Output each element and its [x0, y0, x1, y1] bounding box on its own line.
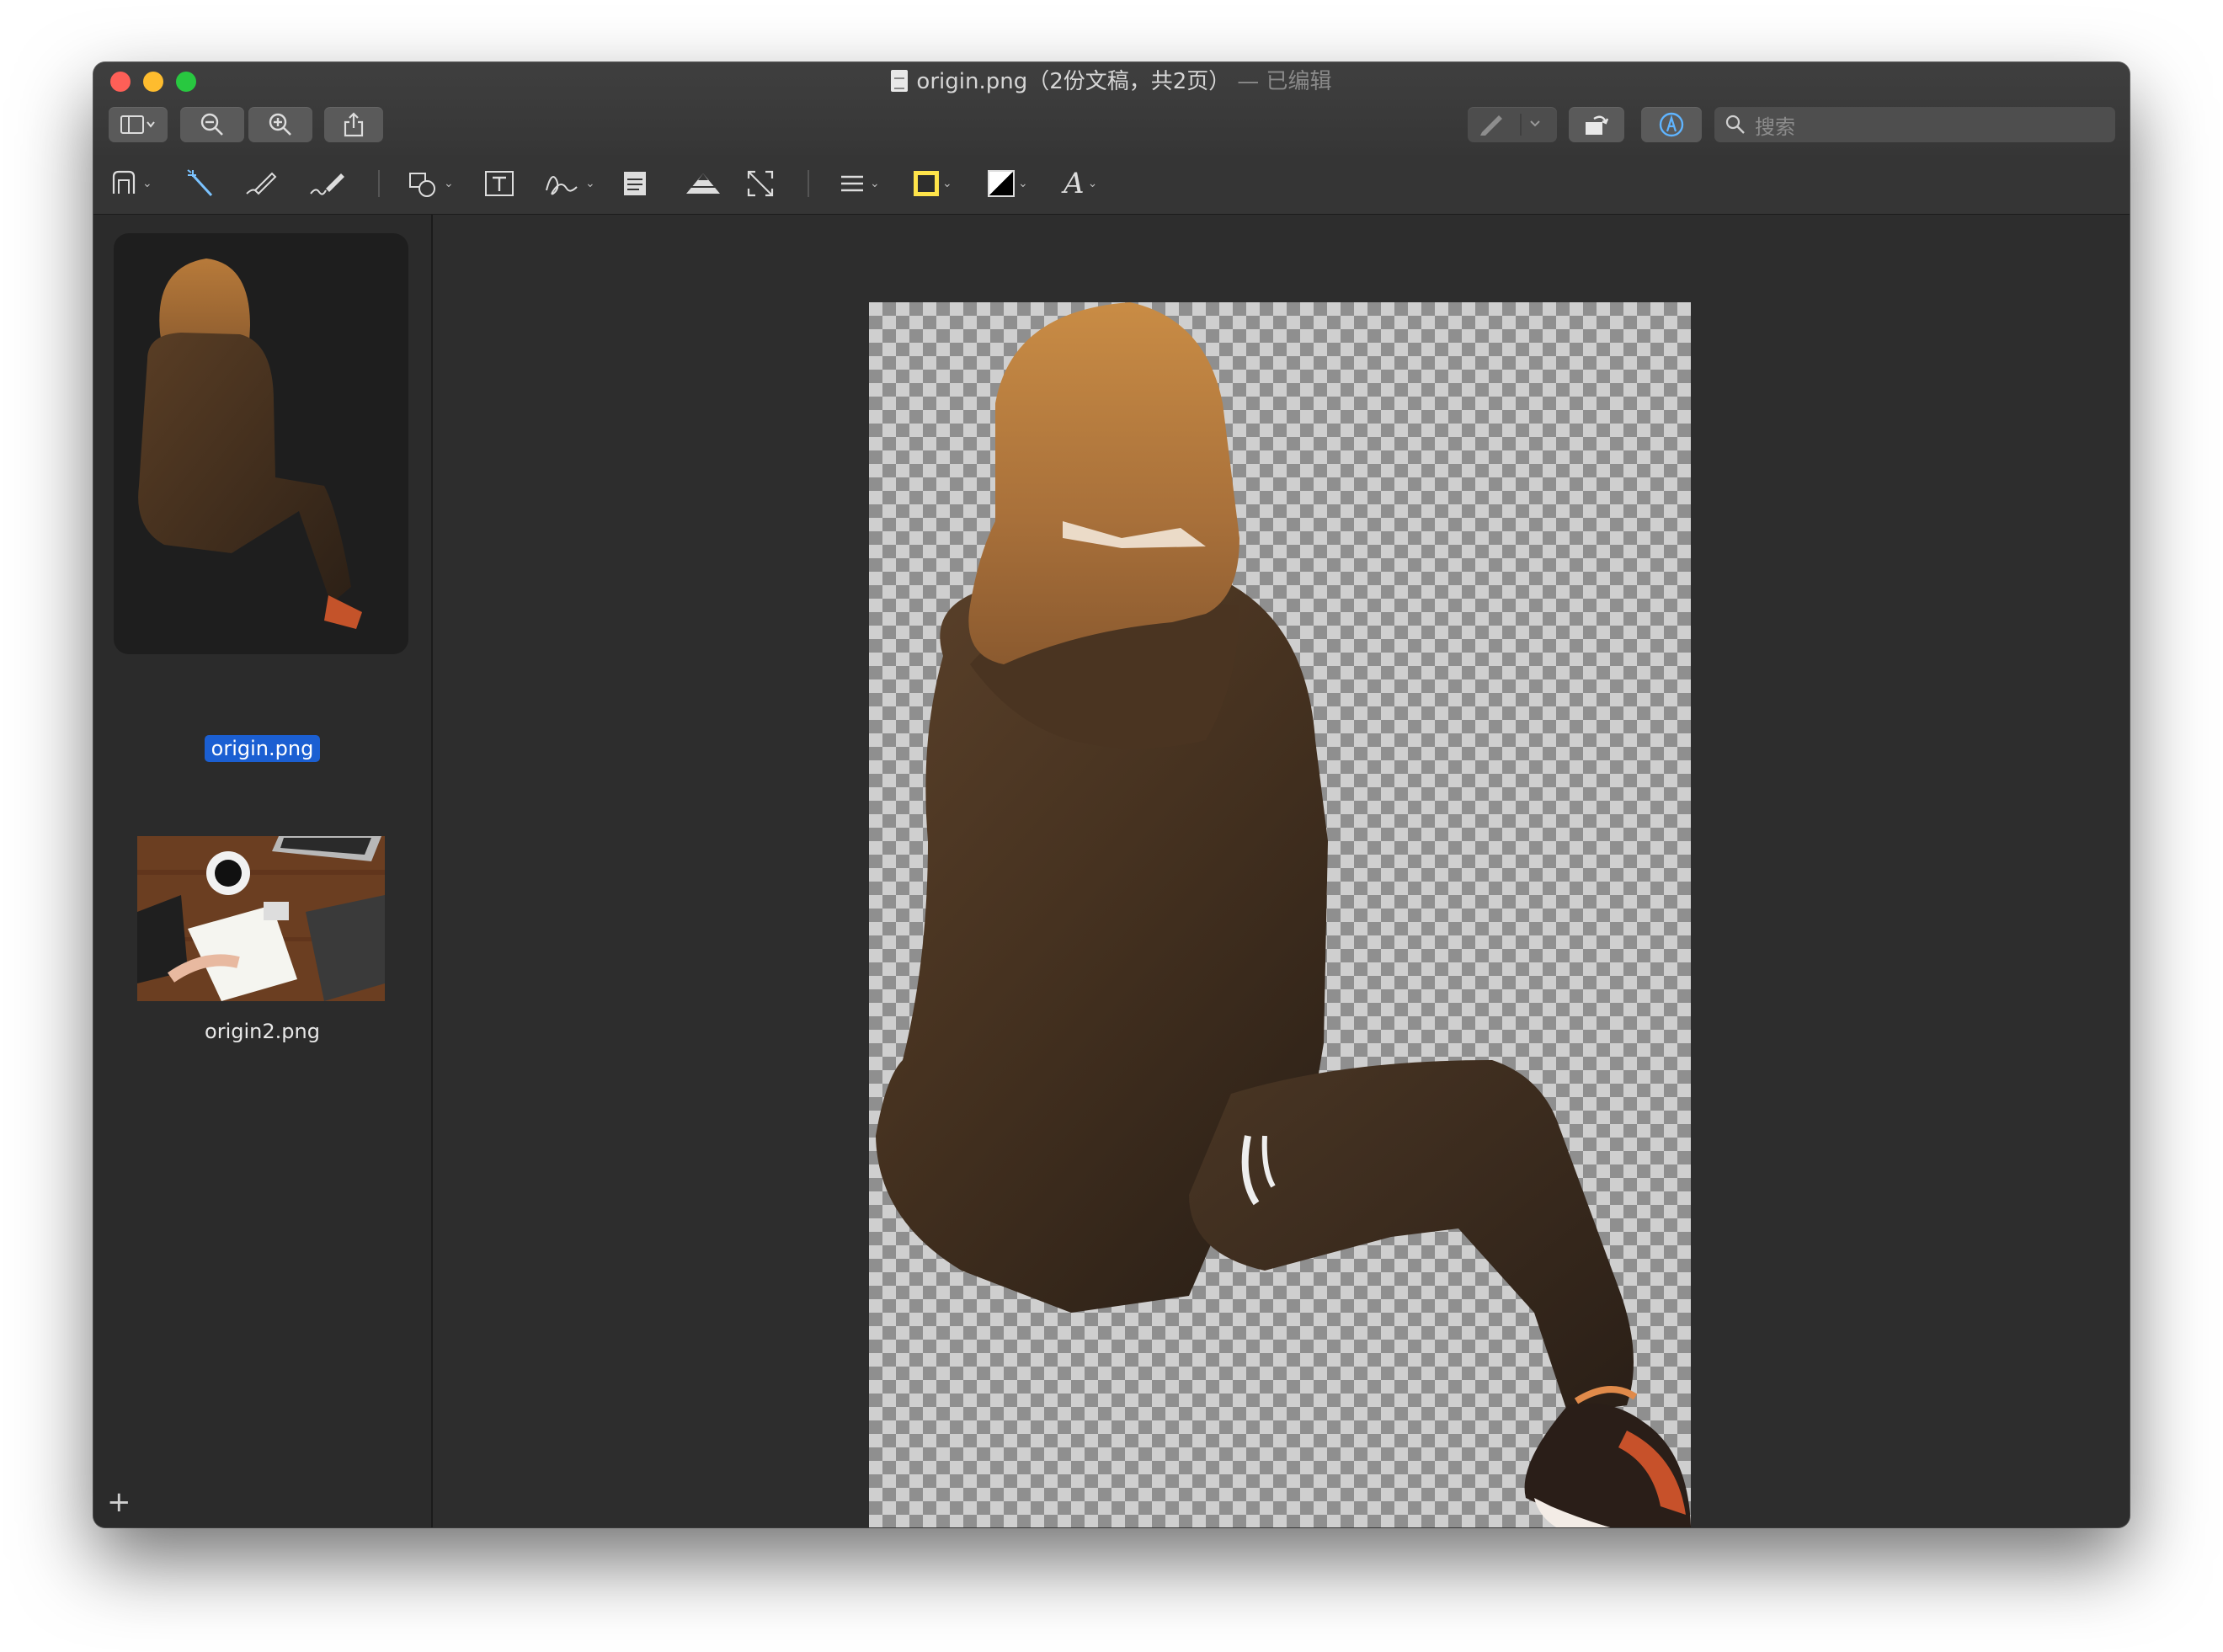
toolbar-separator — [378, 170, 380, 197]
line-style-tool[interactable]: ⌄ — [838, 167, 880, 200]
signature-tool[interactable]: ⌄ — [543, 167, 595, 200]
markup-icon — [1659, 112, 1684, 137]
image-canvas[interactable] — [869, 302, 1691, 1527]
text-box-icon — [485, 171, 514, 196]
pen-icon — [1480, 114, 1540, 136]
shapes-icon — [409, 173, 435, 197]
document-canvas — [433, 215, 2130, 1527]
rotate-button[interactable] — [1569, 107, 1624, 142]
border-color-tool[interactable]: ⌄ — [914, 167, 952, 200]
fill-color-tool[interactable]: ⌄ — [988, 167, 1028, 200]
document-icon — [891, 70, 909, 92]
zoom-out-icon — [200, 113, 223, 136]
window-title-text: origin.png（2份文稿，共2页） — [916, 69, 1231, 94]
window-title: origin.png（2份文稿，共2页） — 已编辑 — [93, 67, 2130, 96]
subject-image — [876, 302, 1691, 1527]
zoom-in-icon — [269, 113, 291, 136]
edited-indicator[interactable]: — 已编辑 — [1237, 69, 1331, 94]
thumbnail-origin[interactable] — [114, 233, 408, 654]
preview-window: origin.png（2份文稿，共2页） — 已编辑 搜索 ⌄ ⌄ ⌄ ⌄ ⌄ … — [93, 62, 2130, 1527]
thumbnail-image — [138, 258, 362, 629]
sidebar-toggle-button[interactable] — [109, 107, 168, 142]
markup-toolbar-button[interactable] — [1641, 107, 1702, 142]
thumbnail-sidebar: origin.png origin2.png + — [93, 215, 433, 1527]
sketch-icon — [246, 172, 277, 195]
sidebar-icon — [120, 115, 155, 134]
markup-toolbar: ⌄ ⌄ ⌄ ⌄ ⌄ ⌄ A ⌄ — [93, 155, 2130, 215]
instant-alpha-icon — [112, 170, 136, 194]
fill-color-icon — [988, 170, 1015, 197]
zoom-out-button[interactable] — [180, 107, 244, 142]
search-field[interactable]: 搜索 — [1714, 107, 2115, 142]
draw-icon — [310, 173, 344, 195]
shapes-tool[interactable]: ⌄ — [407, 167, 454, 200]
note-tool[interactable] — [621, 167, 649, 200]
zoom-in-button[interactable] — [248, 107, 312, 142]
search-placeholder: 搜索 — [1755, 115, 1795, 139]
markup-pen-button[interactable] — [1468, 107, 1557, 142]
resize-tool[interactable] — [745, 167, 776, 200]
resize-icon — [747, 170, 774, 197]
line-style-icon — [841, 175, 863, 192]
adjust-color-tool[interactable] — [683, 167, 723, 200]
note-icon — [624, 172, 646, 195]
search-icon — [1725, 114, 1746, 136]
title-bar: origin.png（2份文稿，共2页） — 已编辑 搜索 — [93, 62, 2130, 156]
magic-wand-icon — [187, 169, 213, 197]
thumbnail-label-origin[interactable]: origin.png — [93, 735, 431, 762]
share-button[interactable] — [324, 107, 383, 142]
thumbnail-origin2[interactable] — [137, 836, 385, 1001]
draw-tool[interactable] — [307, 167, 348, 200]
thumbnail-label-origin2[interactable]: origin2.png — [93, 1020, 431, 1043]
sketch-tool[interactable] — [243, 167, 280, 200]
share-icon — [344, 112, 364, 137]
thumbnail-image-2 — [137, 836, 385, 1001]
instant-alpha-tool[interactable]: ⌄ — [109, 167, 152, 200]
toolbar-separator — [808, 170, 809, 197]
rotate-icon — [1586, 115, 1609, 135]
adjust-color-icon — [685, 173, 722, 194]
text-style-icon: A — [1064, 167, 1085, 200]
signature-icon — [546, 176, 578, 195]
add-page-button[interactable]: + — [107, 1485, 131, 1519]
text-box-tool[interactable] — [482, 167, 516, 200]
text-style-tool[interactable]: A ⌄ — [1064, 167, 1097, 200]
magic-wand-tool[interactable] — [184, 167, 218, 200]
border-color-icon — [914, 171, 939, 196]
